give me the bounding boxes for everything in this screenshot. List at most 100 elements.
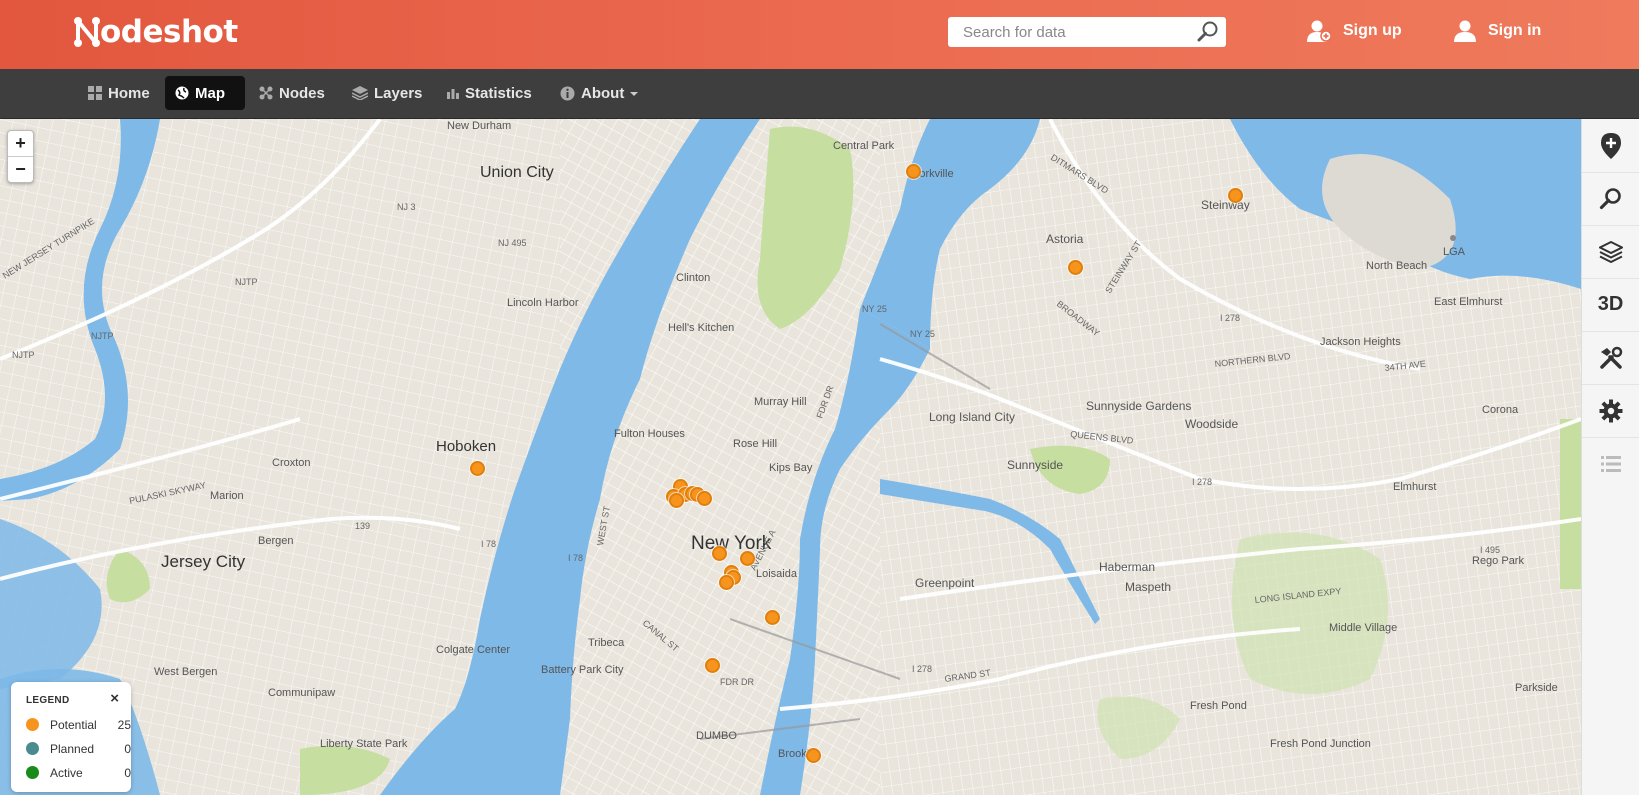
place-dumbo: DUMBO: [696, 730, 737, 742]
nav-home[interactable]: Home: [78, 76, 160, 110]
place-hells-kitchen: Hell's Kitchen: [668, 322, 734, 334]
road-i495: I 495: [1480, 545, 1500, 555]
road-fdr-b: FDR DR: [720, 677, 754, 687]
road-njtp-c: NJTP: [12, 350, 35, 360]
zoom-control: + −: [7, 130, 34, 183]
node-marker[interactable]: [669, 493, 684, 508]
node-marker[interactable]: [719, 575, 734, 590]
zoom-out-button[interactable]: −: [8, 157, 33, 182]
node-marker[interactable]: [806, 748, 821, 763]
place-liberty-state-park: Liberty State Park: [320, 738, 408, 750]
layers-icon: [1598, 240, 1623, 263]
legend-item-planned[interactable]: Planned 0: [26, 740, 131, 758]
place-central-park: Central Park: [833, 140, 895, 152]
place-colgate-center: Colgate Center: [436, 644, 510, 656]
zoom-in-button[interactable]: +: [8, 131, 33, 157]
place-corona: Corona: [1482, 404, 1519, 416]
top-header: odeshot Sign up Sign in: [0, 0, 1639, 69]
road-ny25-b: NY 25: [910, 329, 935, 339]
add-user-icon: [1307, 20, 1331, 42]
nav-nodes-label: Nodes: [279, 84, 325, 102]
bar-chart-icon: [447, 89, 459, 99]
place-west-bergen: West Bergen: [154, 666, 217, 678]
user-icon: [1454, 20, 1476, 42]
nav-home-label: Home: [108, 84, 150, 102]
logo-icon: [74, 17, 100, 47]
road-nj3: NJ 3: [397, 202, 416, 212]
place-union-city: Union City: [480, 164, 554, 181]
search-icon[interactable]: [1196, 20, 1220, 49]
road-i78: I 78: [481, 539, 496, 549]
place-marion: Marion: [210, 490, 244, 502]
sign-in-link[interactable]: Sign in: [1454, 20, 1541, 42]
layers-button[interactable]: [1582, 225, 1639, 279]
main-navbar: Home Map Nodes Layers Statistics About: [0, 69, 1639, 119]
node-marker[interactable]: [712, 546, 727, 561]
legend-item-label: Active: [50, 766, 83, 780]
place-jersey-city: Jersey City: [161, 552, 246, 571]
node-marker[interactable]: [906, 164, 921, 179]
3d-button[interactable]: 3D: [1582, 278, 1639, 332]
nav-layers-label: Layers: [374, 84, 423, 102]
search-input[interactable]: [948, 17, 1193, 47]
road-nj495: NJ 495: [498, 238, 527, 248]
legend-item-active[interactable]: Active 0: [26, 764, 131, 782]
place-rose-hill: Rose Hill: [733, 438, 777, 450]
layers-icon: [352, 86, 368, 100]
logo[interactable]: odeshot: [72, 14, 238, 50]
list-icon: [1600, 455, 1621, 472]
settings-button[interactable]: [1582, 384, 1639, 438]
map-tiles: Union City Hoboken Jersey City New York …: [0, 119, 1581, 795]
search-icon: [1599, 187, 1621, 209]
place-north-beach: North Beach: [1366, 260, 1427, 272]
place-fresh-pond: Fresh Pond: [1190, 700, 1247, 712]
place-murray-hill: Murray Hill: [754, 396, 807, 408]
search-button[interactable]: [1582, 172, 1639, 226]
place-jackson-heights: Jackson Heights: [1320, 336, 1401, 348]
nav-nodes[interactable]: Nodes: [249, 76, 335, 110]
place-bergen: Bergen: [258, 535, 293, 547]
3d-label: 3D: [1597, 293, 1624, 315]
list-button[interactable]: [1582, 437, 1639, 490]
node-marker[interactable]: [470, 461, 485, 476]
place-fresh-pond-junction: Fresh Pond Junction: [1270, 738, 1371, 750]
map-canvas[interactable]: Union City Hoboken Jersey City New York …: [0, 119, 1581, 795]
place-fulton-houses: Fulton Houses: [614, 428, 685, 440]
place-long-island-city: Long Island City: [929, 410, 1015, 424]
node-marker[interactable]: [1228, 188, 1243, 203]
road-139: 139: [355, 521, 370, 531]
nav-statistics[interactable]: Statistics: [437, 76, 542, 110]
node-marker[interactable]: [740, 551, 755, 566]
node-marker[interactable]: [697, 491, 712, 506]
road-i278-c: I 278: [912, 664, 932, 674]
place-sunnyside: Sunnyside: [1007, 458, 1063, 472]
place-elmhurst: Elmhurst: [1393, 481, 1436, 493]
place-loisaida: Loisaida: [756, 568, 798, 580]
nav-about[interactable]: About: [550, 76, 648, 110]
logo-text: odeshot: [100, 14, 238, 50]
place-croxton: Croxton: [272, 457, 311, 469]
place-maspeth: Maspeth: [1125, 580, 1171, 594]
sign-up-label: Sign up: [1343, 22, 1402, 39]
node-marker[interactable]: [765, 610, 780, 625]
legend-item-potential[interactable]: Potential 25: [26, 716, 131, 734]
road-i278: I 278: [1220, 313, 1240, 323]
place-kips-bay: Kips Bay: [769, 462, 813, 474]
place-middle-village: Middle Village: [1329, 622, 1397, 634]
legend-dot: [26, 718, 39, 731]
road-i78-b: I 78: [568, 553, 583, 563]
close-icon[interactable]: ×: [110, 690, 119, 707]
place-communipaw: Communipaw: [268, 687, 335, 699]
place-lincoln-harbor: Lincoln Harbor: [507, 297, 579, 309]
place-sunnyside-gardens: Sunnyside Gardens: [1086, 399, 1191, 413]
legend-dot: [26, 766, 39, 779]
add-node-button[interactable]: [1582, 119, 1639, 173]
node-marker[interactable]: [705, 658, 720, 673]
node-marker[interactable]: [1068, 260, 1083, 275]
tools-button[interactable]: [1582, 331, 1639, 385]
place-new-durham: New Durham: [447, 120, 511, 132]
sign-up-link[interactable]: Sign up: [1307, 20, 1402, 42]
legend-item-count: 0: [124, 742, 131, 756]
nav-map[interactable]: Map: [165, 76, 245, 110]
nav-layers[interactable]: Layers: [342, 76, 432, 110]
